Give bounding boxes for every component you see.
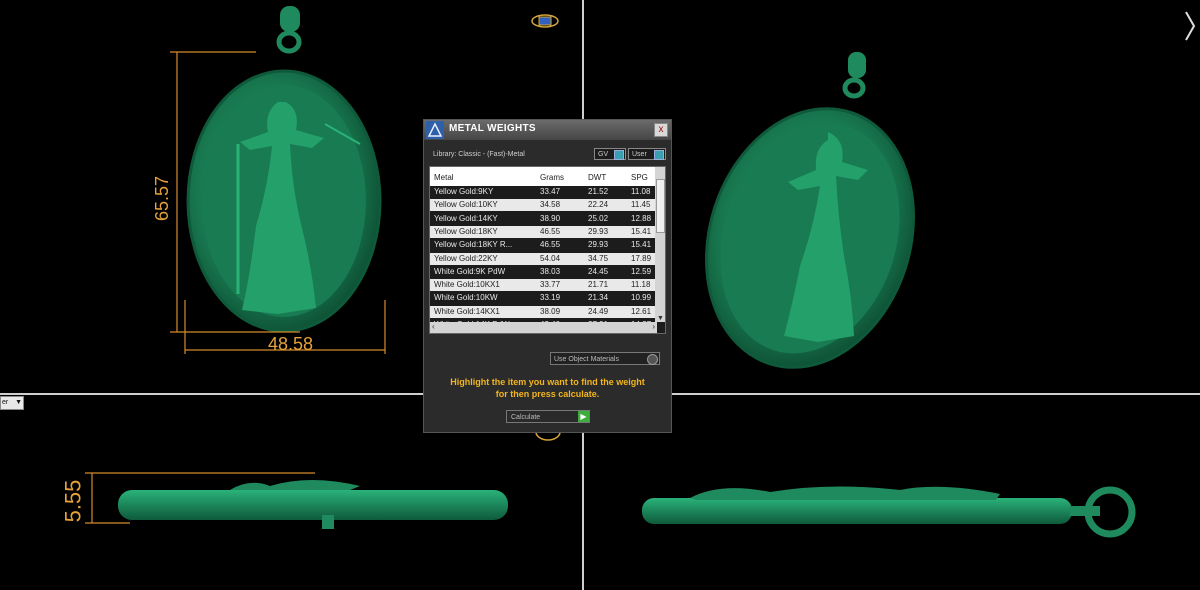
cell-dwt: 29.93 [588,226,609,236]
table-row[interactable]: White Gold:10KW 33.19 21.34 10.99 [430,292,658,304]
table-row[interactable]: Yellow Gold:14KY 38.90 25.02 12.88 [430,213,658,225]
cell-grams: 34.58 [540,200,561,210]
cell-metal: Yellow Gold:22KY [434,253,498,263]
scroll-left-icon[interactable]: ‹ [432,322,435,331]
metal-table: Metal Grams DWT SPG Yellow Gold:9KY 33.47… [429,166,666,334]
table-header: Metal Grams DWT SPG [430,167,662,186]
pendant-perspective-view [705,52,915,369]
dimension-thickness-label: 5.55 [60,479,86,523]
gv-toggle-knob [614,150,624,160]
instructions-text: Highlight the item you want to find the … [424,376,671,400]
chevron-down-icon: ▼ [15,399,22,406]
cell-metal: Yellow Gold:9KY [434,187,494,196]
cell-dwt: 24.49 [588,306,609,316]
column-header-dwt[interactable]: DWT [588,173,606,182]
table-row[interactable]: Yellow Gold:22KY 54.04 34.75 17.89 [430,252,658,265]
cell-metal: White Gold:14KX1 [434,306,500,316]
metal-weights-dialog: METAL WEIGHTS x Library: Classic - (Fast… [423,119,672,433]
user-toggle[interactable]: User [628,148,666,160]
gv-toggle[interactable]: GV [594,148,626,160]
cell-dwt: 24.45 [588,266,609,276]
cell-dwt: 25.02 [588,213,609,223]
radio-icon [647,354,658,365]
dimension-height-label: 65.57 [152,175,173,222]
dialog-title: METAL WEIGHTS [449,123,536,134]
view-cube-icon-right[interactable] [1180,10,1200,44]
user-toggle-label: User [632,151,647,158]
cell-metal: White Gold:9K PdW [434,266,506,276]
vertical-scroll-thumb[interactable] [656,179,665,233]
use-object-materials-toggle[interactable]: Use Object Materials [550,352,660,365]
column-header-spg[interactable]: SPG [631,173,648,182]
table-row[interactable]: White Gold:10KX1 33.77 21.71 11.18 [430,279,658,292]
cell-metal: Yellow Gold:14KY [434,213,498,223]
dimension-width-label: 48.58 [268,334,314,354]
cell-metal: White Gold:10KW [434,293,498,303]
table-row[interactable]: White Gold:9K PdW 38.03 24.45 12.59 [430,266,658,278]
cell-metal: Yellow Gold:10KY [434,200,498,210]
use-object-materials-label: Use Object Materials [554,356,619,363]
play-icon: ▶ [578,411,589,422]
scales-icon [426,121,444,139]
table-row[interactable]: Yellow Gold:10KY 34.58 22.24 11.45 [430,199,658,212]
cell-metal: White Gold:10KX1 [434,280,500,290]
view-mode-value: er [2,399,9,406]
cell-grams: 38.09 [540,306,561,316]
calculate-button[interactable]: Calculate ▶ [506,410,590,423]
cell-grams: 33.19 [540,293,561,303]
column-header-metal[interactable]: Metal [434,173,454,182]
cell-dwt: 21.34 [588,293,609,303]
calculate-label: Calculate [511,414,541,421]
vertical-scrollbar[interactable]: ▼ [655,167,665,322]
scroll-right-icon[interactable]: › [652,322,655,331]
instructions-line-2: for then press calculate. [495,389,600,399]
cell-grams: 46.55 [540,240,561,250]
cell-grams: 33.47 [540,187,561,196]
cell-grams: 33.77 [540,280,561,290]
cell-dwt: 21.71 [588,280,609,290]
cell-dwt: 22.24 [588,200,609,210]
column-header-grams[interactable]: Grams [540,173,564,182]
cell-metal: Yellow Gold:18KY R... [434,240,513,250]
cell-grams: 38.03 [540,266,561,276]
table-row[interactable]: Yellow Gold:18KY 46.55 29.93 15.41 [430,225,658,238]
library-label: Library: Classic - (Fast)-Metal [433,151,525,158]
instructions-line-1: Highlight the item you want to find the … [450,377,645,387]
cell-metal: Yellow Gold:18KY [434,226,498,236]
cell-grams: 38.90 [540,213,561,223]
dialog-titlebar[interactable]: METAL WEIGHTS x [424,120,671,140]
scroll-down-icon[interactable]: ▼ [657,315,664,322]
cell-dwt: 29.93 [588,240,609,250]
pendant-side-view-right [642,486,1136,538]
gv-toggle-label: GV [598,151,609,158]
table-row[interactable]: Yellow Gold:9KY 33.47 21.52 11.08 [430,186,658,198]
cell-dwt: 21.52 [588,187,609,196]
cell-dwt: 34.75 [588,253,609,263]
cell-grams: 46.55 [540,226,561,236]
user-toggle-knob [654,150,664,160]
cell-grams: 54.04 [540,253,561,263]
close-button[interactable]: x [654,123,668,137]
table-row[interactable]: White Gold:14KX1 38.09 24.49 12.61 [430,305,658,318]
horizontal-scrollbar[interactable]: ‹ › [430,322,657,333]
table-row[interactable]: Yellow Gold:18KY R... 46.55 29.93 15.41 [430,239,658,251]
view-mode-dropdown[interactable]: er ▼ [0,396,24,410]
view-cube-icon[interactable] [530,12,560,30]
